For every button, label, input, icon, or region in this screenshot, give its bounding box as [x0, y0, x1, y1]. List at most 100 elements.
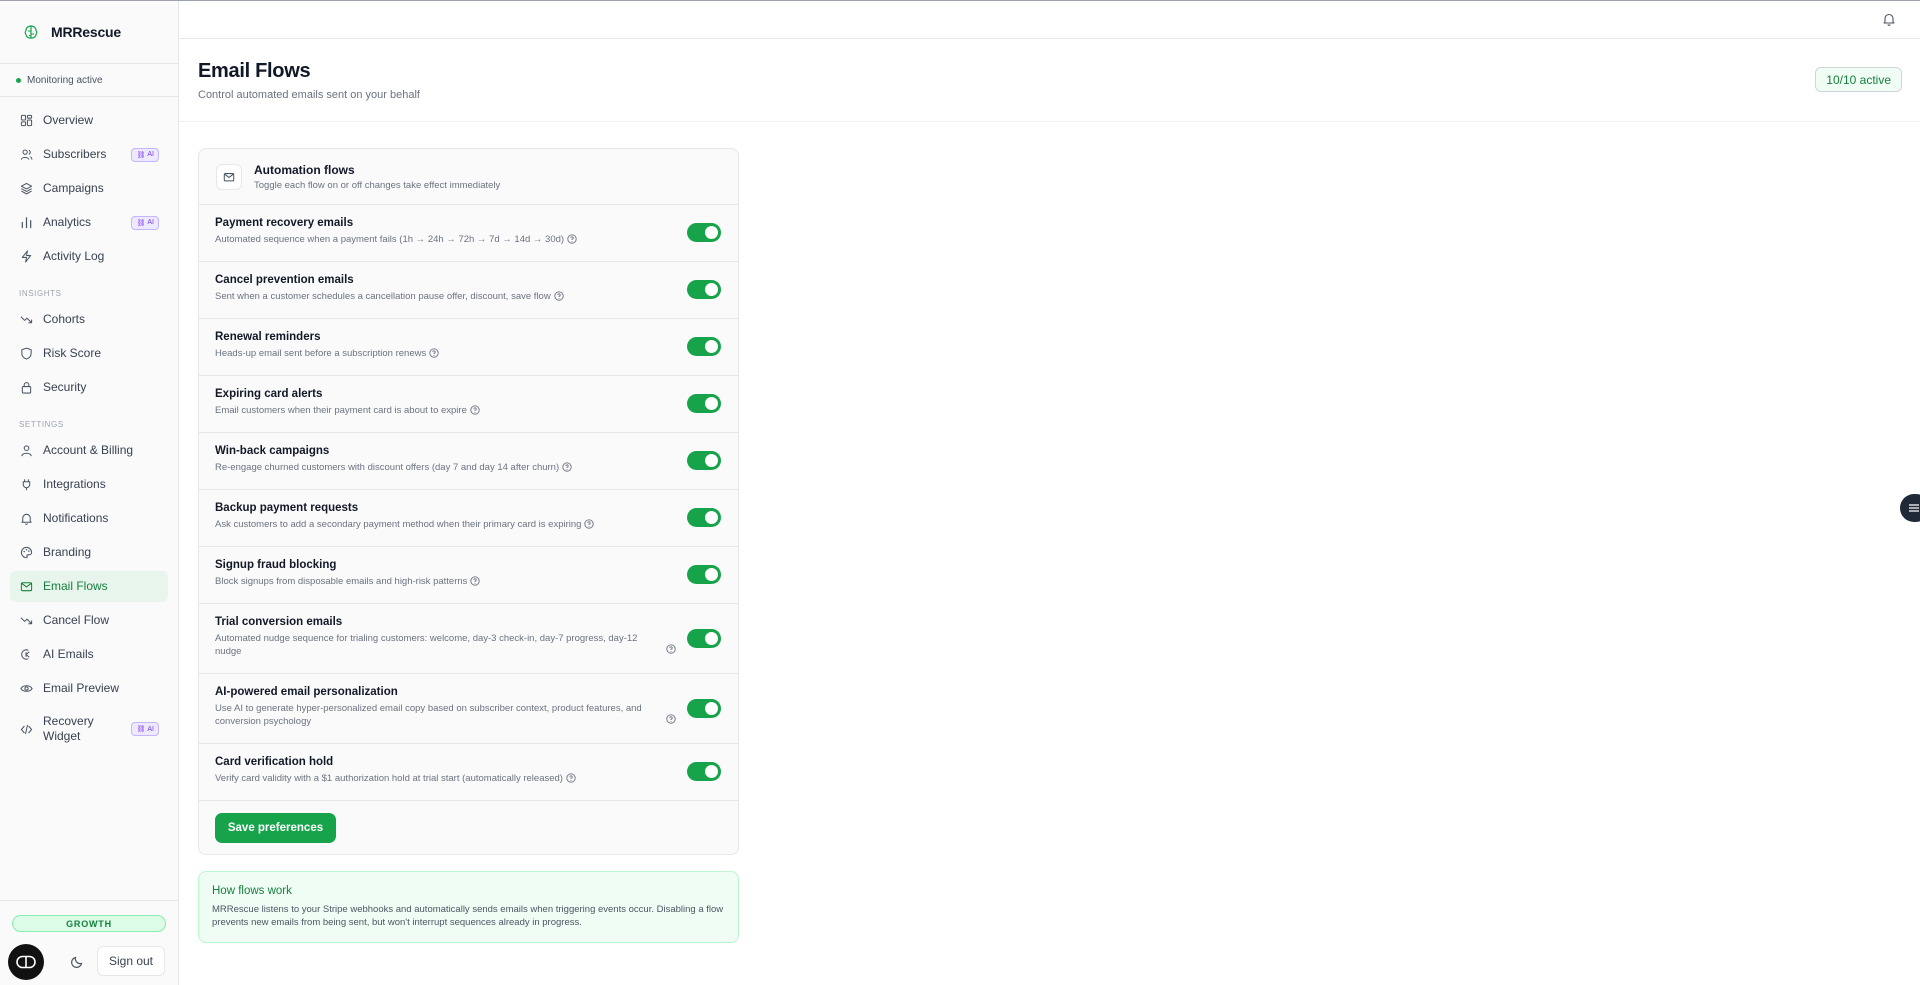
plan-badge: GROWTH: [12, 915, 166, 932]
save-area: Save preferences: [199, 801, 738, 854]
sidebar-item-email-flows[interactable]: Email Flows: [10, 571, 168, 602]
how-flows-work-box: How flows work MRRescue listens to your …: [198, 871, 739, 943]
link-icon: ⛓: [136, 151, 146, 159]
flow-toggle[interactable]: [687, 280, 721, 299]
flow-description: Automated nudge sequence for trialing cu…: [215, 632, 655, 658]
bar-chart-icon: [21, 217, 32, 229]
flow-row: Signup fraud blocking Block signups from …: [199, 547, 738, 604]
chat-help-button[interactable]: [8, 944, 44, 980]
flow-toggle[interactable]: [687, 508, 721, 527]
sidebar-item-ai-emails[interactable]: AI Emails: [10, 639, 168, 670]
lock-icon: [21, 382, 32, 394]
flow-toggle[interactable]: [687, 762, 721, 781]
flow-row: Backup payment requests Ask customers to …: [199, 490, 738, 547]
help-icon[interactable]: [666, 642, 676, 657]
help-icon[interactable]: [470, 405, 480, 419]
app-name: MRRescue: [51, 24, 121, 40]
sidebar-item-label: Analytics: [43, 215, 92, 229]
sidebar-item-label: Subscribers: [43, 147, 107, 161]
notifications-bell-icon[interactable]: [1882, 12, 1896, 26]
flow-toggle[interactable]: [687, 698, 721, 718]
sidebar-item-campaigns[interactable]: Campaigns: [10, 173, 168, 204]
help-icon[interactable]: [666, 712, 676, 727]
status-dot: [16, 77, 21, 83]
sidebar-item-branding[interactable]: Branding: [10, 537, 168, 568]
sidebar-item-label: Recovery Widget: [43, 714, 94, 743]
help-icon[interactable]: [470, 576, 481, 590]
sidebar-item-activity-log[interactable]: Activity Log: [10, 241, 168, 272]
help-icon[interactable]: [584, 519, 595, 533]
eye-icon: [20, 685, 33, 692]
help-icon[interactable]: [429, 348, 439, 362]
sidebar-item-security[interactable]: Security: [10, 372, 168, 403]
sidebar-item-cohorts[interactable]: Cohorts: [10, 304, 168, 335]
sidebar-item-label: Email Flows: [43, 579, 108, 593]
flow-toggle[interactable]: [687, 223, 721, 242]
sidebar-item-email-preview[interactable]: Email Preview: [10, 673, 168, 704]
trend-down-icon: [20, 316, 33, 324]
page-subtitle: Control automated emails sent on your be…: [198, 89, 420, 101]
sidebar-item-recovery-widget[interactable]: Recovery Widget ⛓ AI: [10, 707, 168, 751]
sidebar-item-overview[interactable]: Overview: [10, 105, 168, 136]
flow-description: Email customers when their payment card …: [215, 404, 645, 419]
code-icon: [20, 724, 33, 734]
sidebar-item-analytics[interactable]: Analytics ⛓ AI: [10, 207, 168, 238]
flow-toggle[interactable]: [687, 337, 721, 356]
sign-out-button[interactable]: Sign out: [97, 946, 165, 976]
ai-mail-icon: [21, 649, 30, 660]
card-header: Automation flows Toggle each flow on or …: [199, 149, 738, 205]
flow-description: Sent when a customer schedules a cancell…: [215, 290, 645, 305]
section-label-insights: INSIGHTS: [19, 289, 62, 298]
flow-row: Trial conversion emails Automated nudge s…: [199, 604, 738, 674]
bolt-icon: [21, 250, 32, 263]
moon-icon[interactable]: [70, 953, 86, 969]
help-icon[interactable]: [554, 291, 564, 305]
sidebar-item-label: Activity Log: [43, 249, 105, 263]
sidebar-item-label: Integrations: [43, 477, 106, 491]
help-icon[interactable]: [562, 462, 572, 476]
sidebar-item-label: Email Preview: [43, 681, 120, 695]
monitoring-status-text: Monitoring active: [27, 74, 103, 86]
flow-row: AI-powered email personalization Use AI t…: [199, 674, 738, 744]
sidebar-item-label: Campaigns: [43, 181, 104, 195]
sidebar-item-label: Cancel Flow: [43, 613, 110, 627]
flow-row: Card verification hold Verify card validi…: [199, 744, 738, 801]
flow-name: Renewal reminders: [215, 331, 321, 343]
grid-icon: [20, 114, 33, 127]
layers-icon: [20, 182, 33, 195]
flow-row: Payment recovery emails Automated sequenc…: [199, 205, 738, 262]
sidebar-item-subscribers[interactable]: Subscribers ⛓ AI: [10, 139, 168, 170]
flow-toggle[interactable]: [687, 565, 721, 584]
flow-toggle[interactable]: [687, 451, 721, 470]
flow-description-text: Email customers when their payment card …: [215, 405, 467, 416]
brand[interactable]: MRRescue: [0, 1, 178, 64]
trend-down-icon: [20, 617, 33, 625]
sidebar-item-label: Overview: [43, 113, 94, 127]
ai-badge: ⛓ AI: [131, 215, 159, 230]
sidebar-item-integrations[interactable]: Integrations: [10, 469, 168, 500]
sidebar: MRRescue Monitoring active Overview Subs…: [0, 1, 179, 985]
page-header: Email Flows Control automated emails sen…: [179, 39, 1920, 122]
flow-toggle[interactable]: [687, 628, 721, 648]
flow-name: Expiring card alerts: [215, 388, 323, 400]
flow-row: Expiring card alerts Email customers when…: [199, 376, 738, 433]
save-preferences-button[interactable]: Save preferences: [215, 813, 336, 843]
sidebar-item-label: Branding: [43, 545, 92, 559]
sidebar-item-notifications[interactable]: Notifications: [10, 503, 168, 534]
flow-description: Re-engage churned customers with discoun…: [215, 461, 645, 476]
users-icon: [20, 149, 33, 160]
help-icon[interactable]: [566, 773, 576, 787]
flow-row: Renewal reminders Heads-up email sent bef…: [199, 319, 738, 376]
sidebar-nav: Overview Subscribers ⛓ AI Campaigns Analy…: [0, 97, 178, 751]
flow-name: AI-powered email personalization: [215, 686, 398, 698]
help-icon[interactable]: [567, 234, 577, 248]
sidebar-item-cancel-flow[interactable]: Cancel Flow: [10, 605, 168, 636]
sidebar-item-account-billing[interactable]: Account & Billing: [10, 435, 168, 466]
sidebar-item-risk-score[interactable]: Risk Score: [10, 338, 168, 369]
bell-icon: [21, 513, 32, 525]
flow-toggle[interactable]: [687, 394, 721, 413]
user-icon: [21, 445, 32, 457]
link-icon: ⛓: [136, 219, 146, 227]
mail-icon: [20, 582, 33, 592]
floating-menu-button[interactable]: [1900, 494, 1920, 522]
